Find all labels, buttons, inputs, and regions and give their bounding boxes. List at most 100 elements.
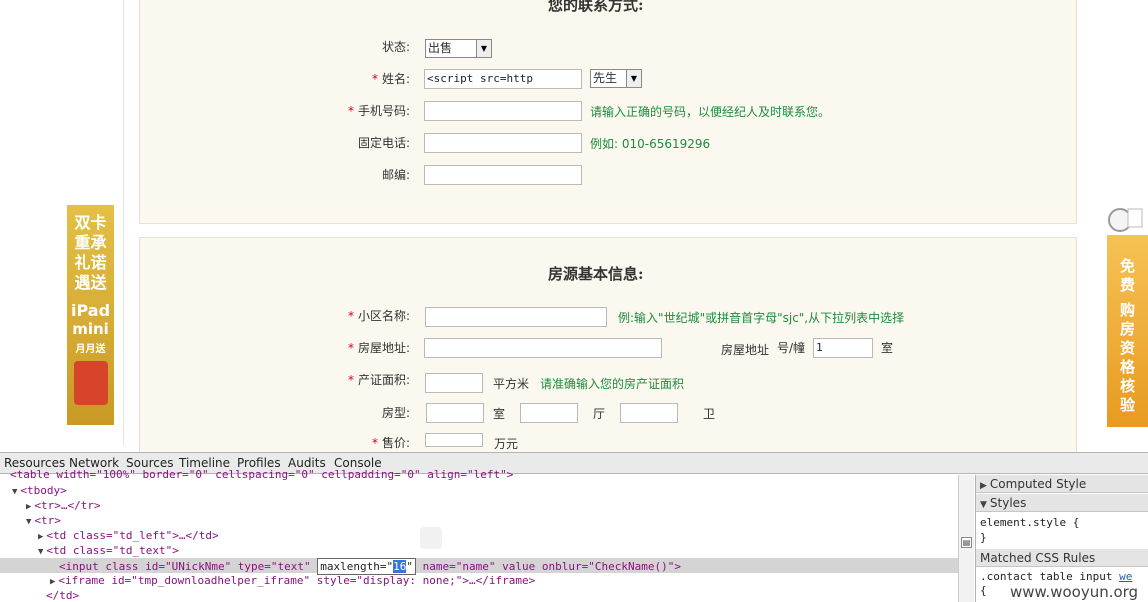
address-input[interactable] bbox=[424, 338, 662, 358]
required-mark: * bbox=[347, 309, 354, 323]
dropdown-arrow-icon: ▼ bbox=[626, 70, 641, 87]
dropdown-arrow-icon: ▼ bbox=[476, 40, 491, 57]
community-hint: 例:输入"世纪城"或拼音首字母"sjc",从下拉列表中选择 bbox=[618, 311, 905, 325]
mobile-hint: 请输入正确的号码，以便经纪人及时联系您。 bbox=[590, 105, 831, 119]
required-mark: * bbox=[371, 436, 378, 450]
rooms-unit: 室 bbox=[493, 407, 506, 421]
address-label-row: * 房屋地址: bbox=[330, 339, 410, 356]
attr-quote: " bbox=[406, 560, 414, 573]
baths-unit: 卫 bbox=[703, 407, 716, 421]
tree-line[interactable]: ▼ <td class="td_text"> bbox=[38, 543, 179, 558]
room-suffix-label: 室 bbox=[881, 341, 894, 355]
attr-value-selected[interactable]: 16 bbox=[393, 560, 407, 573]
phone-input[interactable] bbox=[424, 133, 582, 153]
selected-tree-line[interactable]: <input class id="UNickNme" type="text" m… bbox=[0, 558, 958, 575]
expanded-triangle-icon: ▼ bbox=[980, 500, 987, 510]
styles-label: Styles bbox=[989, 496, 1027, 510]
expanded-triangle-icon[interactable]: ▼ bbox=[12, 487, 17, 497]
mobile-label-row: * 手机号码: bbox=[330, 102, 410, 119]
comment-icon bbox=[420, 527, 442, 549]
rule-selector-text: .contact table input bbox=[980, 570, 1113, 583]
layout-label: 房型: bbox=[381, 406, 410, 420]
collapsed-triangle-icon[interactable]: ▶ bbox=[38, 532, 43, 542]
community-label-row: * 小区名称: bbox=[330, 307, 410, 324]
collapsed-triangle-icon[interactable]: ▶ bbox=[26, 502, 31, 512]
baths-input[interactable] bbox=[620, 403, 678, 423]
ad-char: 费 bbox=[1119, 276, 1135, 294]
unit-input[interactable]: 1 bbox=[813, 338, 873, 358]
tree-text: <tr> bbox=[34, 514, 61, 527]
price-input[interactable] bbox=[425, 433, 483, 447]
tree-text: <iframe id="tmp_downloadhelper_iframe" s… bbox=[58, 574, 536, 587]
tree-line[interactable]: ▼ <tbody> bbox=[12, 483, 67, 498]
required-mark: * bbox=[347, 373, 354, 387]
area-label-row: * 产证面积: bbox=[330, 371, 410, 388]
required-mark: * bbox=[347, 341, 354, 355]
tree-line[interactable]: </td> bbox=[46, 588, 79, 602]
left-ad-banner[interactable]: 双卡 重承 礼诺 遇送 iPad mini 月月送 bbox=[67, 205, 114, 425]
phone-label: 固定电话: bbox=[357, 136, 410, 150]
name-input[interactable]: <script src=http bbox=[424, 69, 582, 89]
name-label-row: * 姓名: bbox=[350, 70, 410, 87]
ad-char: 格 bbox=[1119, 358, 1135, 376]
tree-line[interactable]: ▶ <td class="td_left">…</td> bbox=[38, 528, 219, 543]
watermark: www.wooyun.org bbox=[1010, 583, 1139, 601]
rule-source-link[interactable]: we bbox=[1119, 570, 1132, 583]
tree-text: <td class="td_text"> bbox=[46, 544, 179, 557]
collapsed-triangle-icon[interactable]: ▶ bbox=[50, 577, 55, 587]
property-section-title: 房源基本信息: bbox=[548, 265, 644, 283]
title-select-value: 先生 bbox=[593, 71, 618, 85]
mobile-input[interactable] bbox=[424, 101, 582, 121]
title-select[interactable]: 先生 ▼ bbox=[590, 69, 642, 88]
area-input[interactable] bbox=[425, 373, 483, 393]
computed-style-label: Computed Style bbox=[989, 477, 1087, 491]
right-ad-banner[interactable]: 免 费 购 房 资 格 核 验 bbox=[1107, 235, 1148, 427]
tree-line[interactable]: <table width="100%" border="0" cellspaci… bbox=[10, 467, 513, 482]
element-style-rule[interactable]: element.style { bbox=[980, 516, 1079, 529]
name-label: 姓名: bbox=[381, 72, 410, 86]
tree-text: <td class="td_left">…</td> bbox=[46, 529, 219, 542]
postcode-label: 邮编: bbox=[381, 168, 410, 182]
ad-product: iPad bbox=[70, 301, 111, 320]
ad-line: 礼诺 bbox=[74, 253, 107, 272]
address-label: 房屋地址: bbox=[357, 341, 410, 355]
styles-header[interactable]: ▼ Styles bbox=[976, 494, 1148, 512]
css-rule-selector[interactable]: .contact table input we bbox=[980, 570, 1132, 583]
attr-name: maxlength=" bbox=[320, 560, 394, 573]
contact-section-title: 您的联系方式: bbox=[548, 0, 644, 14]
rooms-input[interactable] bbox=[426, 403, 484, 423]
ad-char: 资 bbox=[1119, 339, 1135, 357]
tree-line[interactable]: ▶ <tr>…</tr> bbox=[26, 498, 101, 513]
community-input[interactable] bbox=[425, 307, 607, 327]
tree-line[interactable]: ▼ <tr> bbox=[26, 513, 61, 528]
ad-char: 免 bbox=[1119, 257, 1135, 275]
ad-product-2: mini bbox=[72, 320, 109, 338]
status-select-value: 出售 bbox=[428, 41, 453, 55]
ad-char: 购 bbox=[1119, 301, 1135, 319]
status-label: 状态: bbox=[381, 40, 410, 54]
address-side-label: 房屋地址 bbox=[721, 343, 770, 357]
ad-line: 双卡 bbox=[74, 213, 107, 232]
elements-tree: <table width="100%" border="0" cellspaci… bbox=[0, 468, 958, 602]
phone-hint: 例如: 010-65619296 bbox=[590, 137, 711, 151]
tree-text: name="name" value onblur="CheckName()"> bbox=[422, 560, 681, 573]
required-mark: * bbox=[347, 104, 354, 118]
area-hint: 请准确输入您的房产证面积 bbox=[540, 377, 685, 391]
ad-line: 遇送 bbox=[74, 273, 107, 292]
expanded-triangle-icon[interactable]: ▼ bbox=[26, 517, 31, 527]
matched-rules-header[interactable]: Matched CSS Rules bbox=[976, 549, 1148, 567]
computed-style-header[interactable]: ▶ Computed Style bbox=[976, 475, 1148, 493]
halls-input[interactable] bbox=[520, 403, 578, 423]
tree-text: <tr>…</tr> bbox=[34, 499, 101, 512]
mobile-label: 手机号码: bbox=[357, 104, 410, 118]
expanded-triangle-icon[interactable]: ▼ bbox=[38, 547, 43, 557]
price-unit: 万元 bbox=[494, 437, 519, 451]
postcode-input[interactable] bbox=[424, 165, 582, 185]
status-select[interactable]: 出售 ▼ bbox=[425, 39, 492, 58]
ad-tag: 月月送 bbox=[75, 344, 106, 355]
tree-scrollbar[interactable]: ▤ bbox=[958, 475, 974, 602]
tree-line[interactable]: ▶ <iframe id="tmp_downloadhelper_iframe" … bbox=[50, 573, 535, 588]
ad-char: 房 bbox=[1119, 320, 1135, 338]
dock-icon[interactable]: ▤ bbox=[961, 537, 972, 548]
halls-unit: 厅 bbox=[593, 407, 606, 421]
